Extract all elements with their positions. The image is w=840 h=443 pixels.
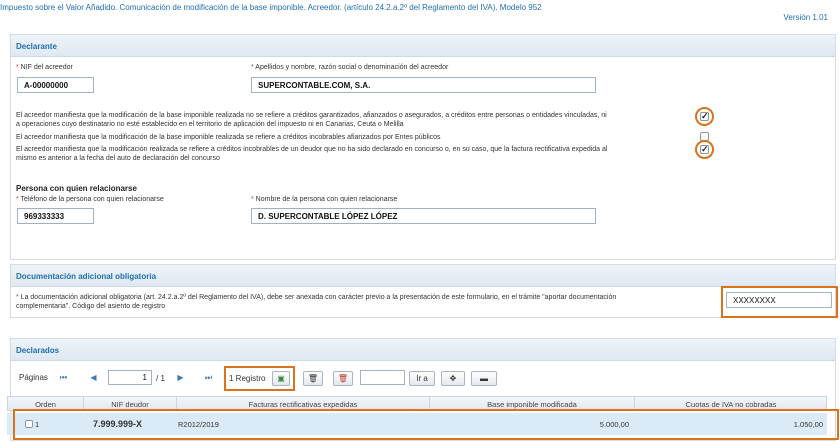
pages-label: Páginas xyxy=(19,373,48,382)
statement-3-highlight xyxy=(695,140,714,159)
total-pages-label: / 1 xyxy=(156,374,165,383)
nif-label: * NIF del acreedor xyxy=(16,64,73,71)
documentacion-panel: Documentación adicional obligatoria * La… xyxy=(10,264,836,318)
last-page-icon[interactable]: ⏭ xyxy=(200,371,217,384)
statement-2-text: El acreedor manifiesta que la modificaci… xyxy=(16,134,441,141)
statement-1-highlight xyxy=(695,107,714,126)
documentacion-section-title: Documentación adicional obligatoria xyxy=(11,265,835,287)
declarados-section-title: Declarados xyxy=(11,339,835,361)
goto-page-input[interactable] xyxy=(360,370,405,385)
acreedor-name-label: * Apellidos y nombre, razón social o den… xyxy=(251,64,449,71)
acreedor-name-input[interactable]: SUPERCONTABLE.COM, S.A. xyxy=(251,77,596,93)
statement-3-text: El acreedor manifiesta que la modificaci… xyxy=(16,146,608,162)
page-number-input[interactable]: 1 xyxy=(108,370,152,385)
first-page-icon[interactable]: ⏮ xyxy=(55,371,72,384)
page-title: Impuesto sobre el Valor Añadido. Comunic… xyxy=(0,3,542,12)
col-nif: NIF deudor xyxy=(111,400,149,409)
delete-all-button[interactable]: 🗑 xyxy=(333,371,353,386)
registro-code-highlight xyxy=(721,286,838,318)
declarante-panel: Declarante * NIF del acreedor A-00000000… xyxy=(10,34,836,260)
goto-button[interactable]: Ir a xyxy=(409,371,435,386)
phone-input[interactable]: 969333333 xyxy=(17,208,94,224)
nif-input[interactable]: A-00000000 xyxy=(17,77,94,93)
contact-name-input[interactable]: D. SUPERCONTABLE LÓPEZ LÓPEZ xyxy=(251,208,596,224)
edit-icon[interactable]: ▬ xyxy=(471,371,497,386)
col-orden: Orden xyxy=(35,400,56,409)
add-row-highlight xyxy=(224,366,295,391)
statement-1-text: El acreedor manifiesta que la modificaci… xyxy=(16,112,607,128)
move-icon[interactable]: ✥ xyxy=(441,371,465,386)
col-base: Base imponible modificada xyxy=(487,400,577,409)
version-label: Versión 1.01 xyxy=(783,13,828,22)
col-cuotas: Cuotas de IVA no cobradas xyxy=(685,400,777,409)
next-page-icon[interactable]: ▶ xyxy=(172,371,189,384)
col-facturas: Facturas rectificativas expedidas xyxy=(248,400,358,409)
declarante-section-title: Declarante xyxy=(11,35,835,57)
row-highlight xyxy=(13,409,839,440)
documentacion-text: * La documentación adicional obligatoria… xyxy=(16,294,617,310)
phone-label: * Teléfono de la persona con quien relac… xyxy=(16,196,164,203)
delete-row-button[interactable]: 🗑 xyxy=(303,371,323,386)
contact-heading: Persona con quien relacionarse xyxy=(16,184,137,193)
contact-name-label: * Nombre de la persona con quien relacio… xyxy=(251,196,398,203)
prev-page-icon[interactable]: ◀ xyxy=(85,371,102,384)
